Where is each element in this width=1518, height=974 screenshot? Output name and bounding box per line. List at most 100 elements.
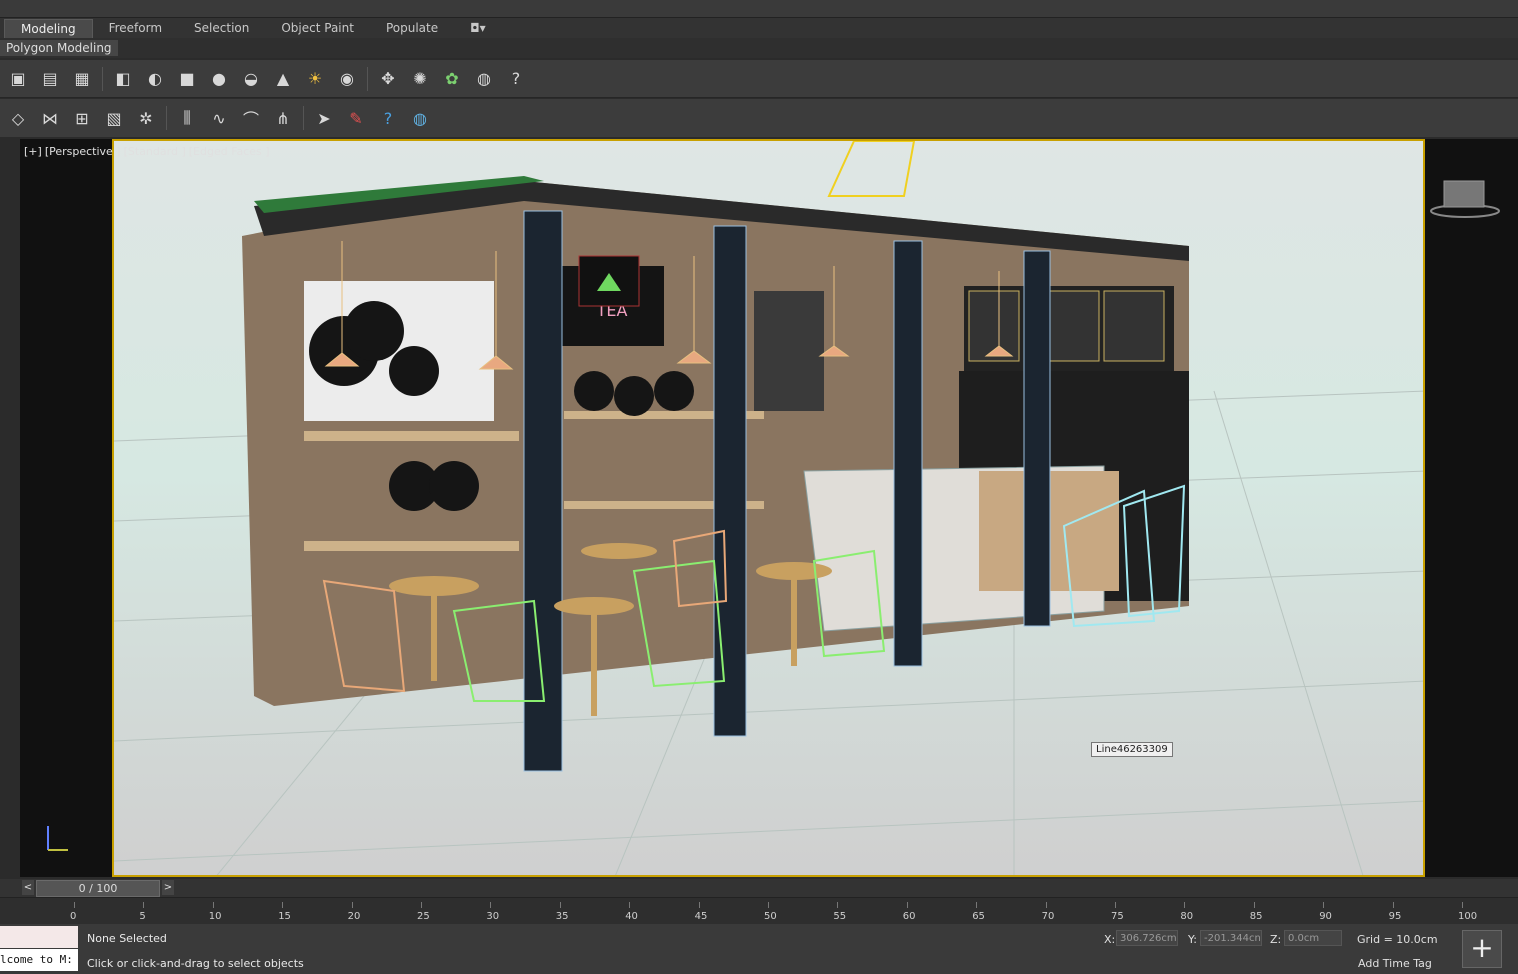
timeline-tick	[1392, 902, 1394, 908]
tab-modeling[interactable]: Modeling	[4, 18, 93, 38]
object-tooltip: Line46263309	[1091, 742, 1173, 757]
timeline-tick-label: 60	[902, 911, 916, 922]
camera-icon[interactable]: ◧	[110, 66, 136, 92]
timeline[interactable]: 0 5 10 15 20 25 30 35 40 45 50 55 60 65 70 75 80 85 90 95 10…	[0, 897, 1518, 924]
settings-icon[interactable]: ✲	[133, 105, 159, 131]
box-icon[interactable]: ■	[174, 66, 200, 92]
timeline-tick-label: 85	[1249, 911, 1263, 922]
timeline-tick-label: 95	[1388, 911, 1402, 922]
spline-icon[interactable]: ∿	[206, 105, 232, 131]
viewcube[interactable]	[1430, 175, 1500, 225]
render-frame-icon[interactable]: ▤	[37, 66, 63, 92]
sphere-icon[interactable]: ●	[206, 66, 232, 92]
timeline-tick-label: 80	[1180, 911, 1194, 922]
timeline-tick-label: 35	[555, 911, 569, 922]
time-prev-button[interactable]: <	[22, 880, 34, 895]
timeline-tick-label: 15	[278, 911, 291, 922]
globe-icon[interactable]: ◍	[407, 105, 433, 131]
timeline-tick	[143, 902, 145, 908]
axis-tripod	[40, 820, 80, 860]
render-setup-icon[interactable]: ▦	[69, 66, 95, 92]
cone-icon[interactable]: ▲	[270, 66, 296, 92]
timeline-tick-label: 25	[417, 911, 430, 922]
timeline-tick-label: 70	[1041, 911, 1055, 922]
tab-freeform[interactable]: Freeform	[93, 19, 178, 37]
timeline-tick	[1184, 902, 1186, 908]
timeline-tick	[1045, 902, 1047, 908]
particle-icon[interactable]: ✺	[407, 66, 433, 92]
tab-selection[interactable]: Selection	[178, 19, 265, 37]
timeline-tick	[490, 902, 492, 908]
timeline-tick	[976, 902, 978, 908]
y-label: Y:	[1188, 933, 1197, 946]
add-time-tag[interactable]: Add Time Tag	[1358, 957, 1432, 970]
help-icon[interactable]: ?	[503, 66, 529, 92]
tab-object-paint[interactable]: Object Paint	[265, 19, 370, 37]
tree-icon[interactable]: ⋔	[270, 105, 296, 131]
info-icon[interactable]: ?	[375, 105, 401, 131]
hair-icon[interactable]: ⫼	[174, 105, 200, 131]
teapot-icon[interactable]: ◒	[238, 66, 264, 92]
ribbon-options-icon[interactable]: ◘▾	[454, 19, 502, 37]
material-icon[interactable]: ◉	[334, 66, 360, 92]
render-icon[interactable]: ▣	[5, 66, 31, 92]
timeline-tick	[351, 902, 353, 908]
layer-icon[interactable]: ▧	[101, 105, 127, 131]
timeline-tick	[1115, 902, 1116, 908]
tab-populate[interactable]: Populate	[370, 19, 454, 37]
pointer-icon[interactable]: ➤	[311, 105, 337, 131]
timeline-tick	[1462, 902, 1463, 908]
mirror-icon[interactable]: ⋈	[37, 105, 63, 131]
time-slider-thumb[interactable]: 0 / 100	[36, 880, 160, 897]
ribbon-tabs: Modeling Freeform Selection Object Paint…	[0, 18, 1518, 38]
ribbon-subpanel: Polygon Modeling	[0, 38, 1518, 58]
bridge-icon[interactable]: ⌒	[238, 105, 264, 131]
separator	[102, 66, 103, 91]
subtab-polygon-modeling[interactable]: Polygon Modeling	[0, 40, 118, 56]
viewport-menu-plus[interactable]: [+]	[24, 145, 42, 158]
timeline-tick	[698, 902, 700, 908]
main-toolbar	[0, 0, 1518, 18]
x-coord-field[interactable]: 306.726cm	[1116, 930, 1178, 946]
timeline-tick	[212, 902, 214, 908]
light-icon[interactable]: ◐	[142, 66, 168, 92]
timeline-tick-label: 75	[1111, 911, 1124, 922]
timeline-tick-label: 40	[625, 911, 638, 922]
timeline-tick	[629, 902, 631, 908]
prompt-line: Click or click-and-drag to select object…	[87, 957, 304, 970]
grid-size: Grid = 10.0cm	[1357, 933, 1438, 946]
separator	[303, 106, 304, 130]
viewport-label[interactable]: [+] [Perspective ] [Standard ] [Edged Faces…	[24, 145, 273, 158]
sun-icon[interactable]: ☀	[302, 66, 328, 92]
viewport-edged-faces[interactable]: [Edged Faces ]	[189, 145, 270, 158]
select-icon[interactable]: ◇	[5, 105, 31, 131]
timeline-tick	[906, 902, 908, 908]
scatter-icon[interactable]: ✥	[375, 66, 401, 92]
viewport-view-perspective[interactable]: [Perspective ]	[45, 145, 121, 158]
perspective-viewport[interactable]: TEA	[112, 139, 1425, 877]
timeline-tick-label: 100	[1458, 911, 1478, 922]
z-coord-field[interactable]: 0.0cm	[1284, 930, 1342, 946]
maxscript-listener[interactable]	[0, 926, 78, 948]
globe-icon[interactable]: ◍	[471, 66, 497, 92]
y-coord-field[interactable]: -201.344cn	[1200, 930, 1262, 946]
scene-render: TEA	[114, 141, 1423, 875]
timeline-tick-label: 65	[972, 911, 985, 922]
timeline-tick-label: 90	[1319, 911, 1332, 922]
time-slider[interactable]: < 0 / 100 >	[0, 879, 1518, 897]
timeline-tick-label: 50	[764, 911, 777, 922]
timeline-tick-label: 30	[486, 911, 500, 922]
align-icon[interactable]: ⊞	[69, 105, 95, 131]
viewport-shading-standard[interactable]: [Standard ]	[124, 145, 186, 158]
wrench-icon[interactable]: ✎	[343, 105, 369, 131]
plant-icon[interactable]: ✿	[439, 66, 465, 92]
axis-tripod-icon	[47, 826, 68, 851]
time-next-button[interactable]: >	[162, 880, 174, 895]
add-key-button[interactable]: +	[1462, 930, 1502, 968]
timeline-tick	[559, 902, 561, 908]
selection-status: None Selected	[87, 932, 167, 945]
timeline-tick-label: 45	[694, 911, 708, 922]
timeline-tick	[421, 902, 422, 908]
maxscript-input[interactable]: lcome to M:	[0, 949, 78, 971]
timeline-tick-label: 55	[833, 911, 847, 922]
